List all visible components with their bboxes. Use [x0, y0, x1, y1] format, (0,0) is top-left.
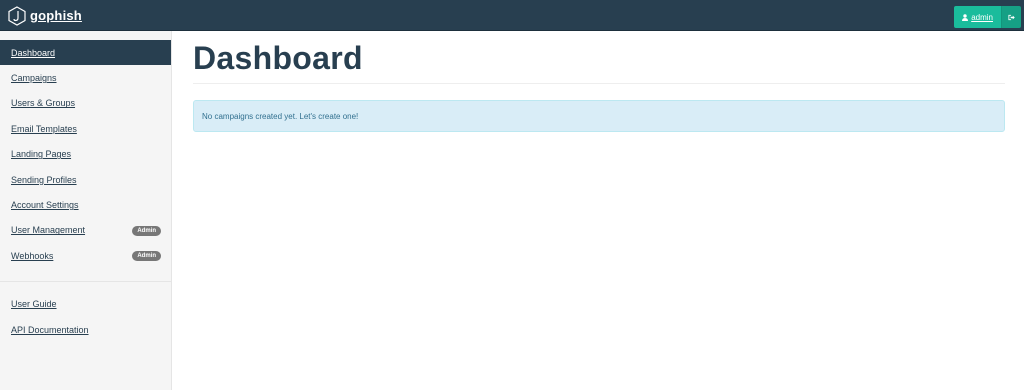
sidebar-item-sending-profiles[interactable]: Sending Profiles — [0, 167, 171, 192]
sidebar-item-campaigns[interactable]: Campaigns — [0, 65, 171, 90]
sidebar-item-label: User Management — [11, 225, 86, 236]
sidebar-divider — [0, 280, 171, 282]
main-content: Dashboard No campaigns created yet. Let'… — [193, 31, 1005, 132]
sidebar-item-user-management[interactable]: User Management Admin — [0, 218, 171, 243]
title-divider — [193, 83, 1005, 84]
sidebar-item-label: API Documentation — [11, 324, 89, 335]
sidebar-item-label: Sending Profiles — [11, 174, 77, 185]
sidebar-item-email-templates[interactable]: Email Templates — [0, 116, 171, 141]
brand-link[interactable]: gophish — [8, 4, 82, 27]
user-settings-button[interactable]: admin — [954, 6, 1001, 28]
sidebar-item-account-settings[interactable]: Account Settings — [0, 192, 171, 217]
sidebar: Dashboard Campaigns Users & Groups Email… — [0, 31, 172, 390]
sidebar-item-label: Dashboard — [11, 47, 56, 58]
logout-button[interactable] — [1001, 6, 1021, 28]
top-navbar: gophish admin — [0, 0, 1024, 31]
sidebar-item-landing-pages[interactable]: Landing Pages — [0, 142, 171, 167]
sidebar-item-webhooks[interactable]: Webhooks Admin — [0, 243, 171, 268]
sidebar-item-label: Campaigns — [11, 73, 57, 84]
sidebar-item-users-groups[interactable]: Users & Groups — [0, 91, 171, 116]
sign-out-icon — [1008, 14, 1015, 20]
brand-name: gophish — [30, 8, 82, 23]
sidebar-item-label: User Guide — [11, 299, 57, 310]
page-title: Dashboard — [193, 40, 363, 76]
sidebar-item-label: Account Settings — [11, 200, 79, 211]
empty-campaigns-alert: No campaigns created yet. Let's create o… — [193, 100, 1005, 132]
gophish-logo-icon — [8, 5, 26, 26]
sidebar-nav: Dashboard Campaigns Users & Groups Email… — [0, 31, 171, 269]
sidebar-item-label: Users & Groups — [11, 98, 76, 109]
sidebar-item-user-guide[interactable]: User Guide — [0, 292, 171, 317]
sidebar-item-api-documentation[interactable]: API Documentation — [0, 317, 171, 342]
user-icon — [962, 13, 969, 21]
sidebar-item-label: Email Templates — [11, 123, 77, 134]
admin-badge: Admin — [132, 251, 161, 262]
user-name: admin — [971, 12, 993, 22]
sidebar-secondary-nav: User Guide API Documentation — [0, 292, 171, 343]
sidebar-item-dashboard[interactable]: Dashboard — [0, 40, 171, 66]
alert-text: No campaigns created yet. Let's create o… — [202, 111, 359, 121]
admin-badge: Admin — [132, 225, 161, 236]
user-button-group: admin — [954, 6, 1021, 28]
sidebar-item-label: Landing Pages — [11, 149, 72, 160]
sidebar-item-label: Webhooks — [11, 250, 54, 261]
